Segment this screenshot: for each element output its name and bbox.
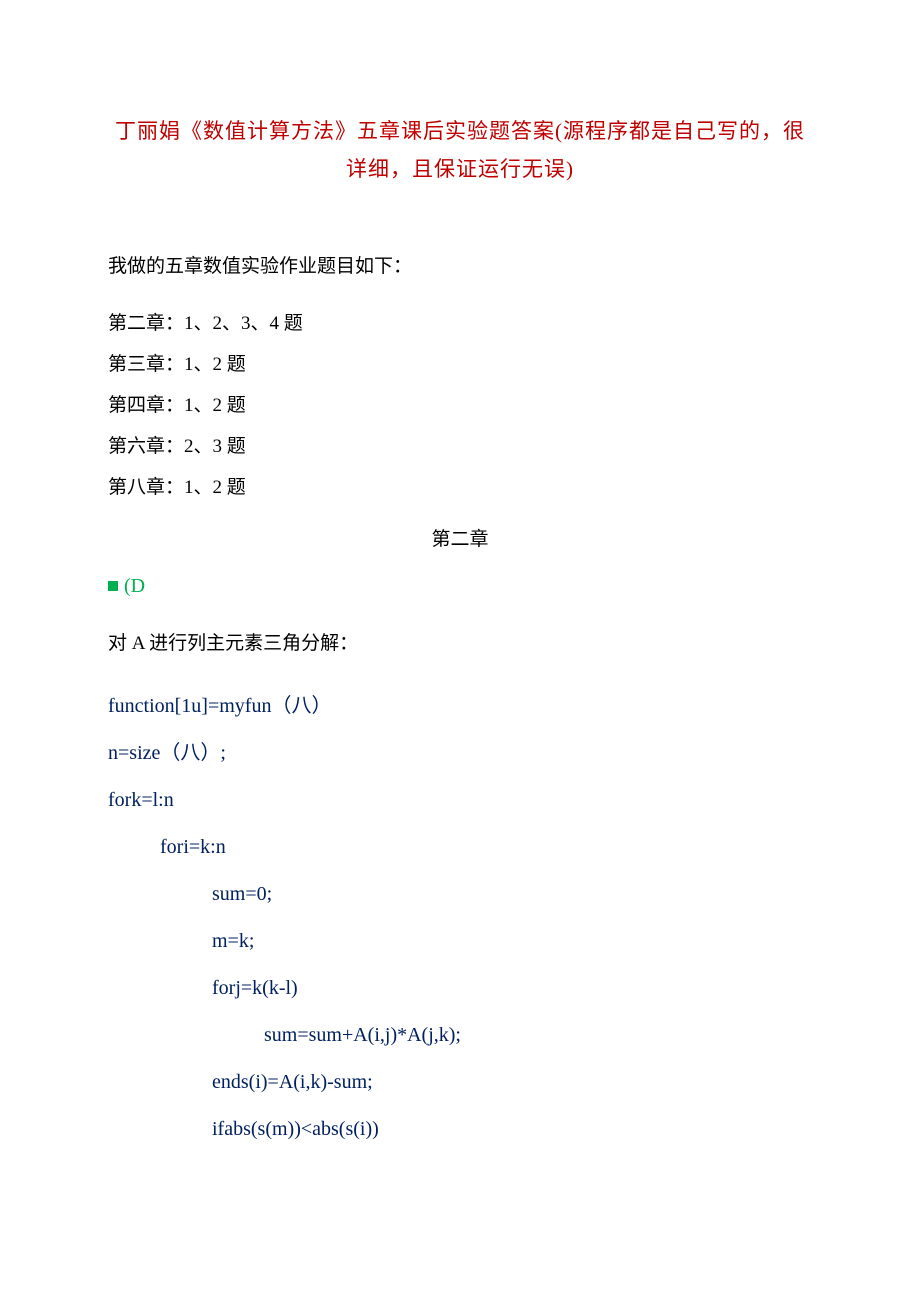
code-line: n=size（八）; [108, 730, 812, 777]
marker-label: (D [124, 575, 145, 598]
code-line: ends(i)=A(i,k)-sum; [108, 1059, 812, 1106]
subheading: 对 A 进行列主元素三角分解： [108, 628, 812, 655]
code-line: fori=k:n [108, 824, 812, 871]
title-line-2: 详细，且保证运行无误) [108, 151, 812, 189]
code-line: sum=sum+A(i,j)*A(j,k); [108, 1012, 812, 1059]
section-marker: (D [108, 575, 812, 598]
code-line: ifabs(s(m))<abs(s(i)) [108, 1106, 812, 1153]
square-icon [108, 581, 118, 591]
chapter-item: 第六章：2、3 题 [108, 428, 812, 465]
code-line: sum=0; [108, 871, 812, 918]
code-block: function[1u]=myfun（八） n=size（八）; fork=l:… [108, 683, 812, 1153]
title-line-1: 丁丽娟《数值计算方法》五章课后实验题答案(源程序都是自己写的，很 [108, 113, 812, 151]
chapter-item: 第三章：1、2 题 [108, 346, 812, 383]
chapter-item: 第八章：1、2 题 [108, 469, 812, 506]
code-line: m=k; [108, 918, 812, 965]
code-line: function[1u]=myfun（八） [108, 683, 812, 730]
document-title: 丁丽娟《数值计算方法》五章课后实验题答案(源程序都是自己写的，很 详细，且保证运… [108, 113, 812, 189]
section-header: 第二章 [108, 524, 812, 551]
code-line: fork=l:n [108, 777, 812, 824]
intro-text: 我做的五章数值实验作业题目如下： [108, 249, 812, 285]
chapter-item: 第四章：1、2 题 [108, 387, 812, 424]
chapter-item: 第二章：1、2、3、4 题 [108, 305, 812, 342]
code-line: forj=k(k-l) [108, 965, 812, 1012]
